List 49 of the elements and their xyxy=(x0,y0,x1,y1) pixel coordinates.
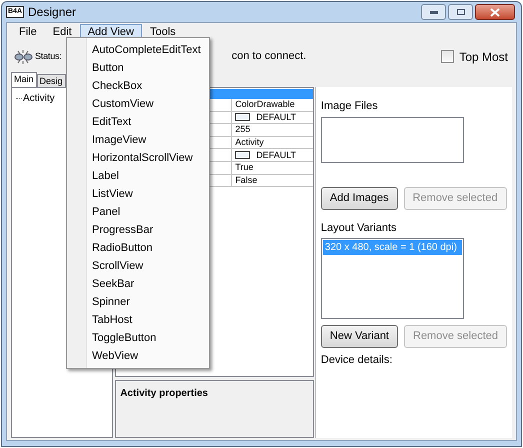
property-value: DEFAULT xyxy=(256,150,296,160)
status-label: Status: xyxy=(35,50,62,63)
tab[interactable]: Main xyxy=(11,72,37,87)
menu-option[interactable]: EditText xyxy=(92,114,132,130)
menu-option[interactable]: CustomView xyxy=(92,96,154,112)
color-swatch xyxy=(235,151,250,160)
menu-option[interactable]: Panel xyxy=(92,204,120,220)
menu-option[interactable]: AutoCompleteEditText xyxy=(92,42,201,58)
maximize-button[interactable] xyxy=(448,4,473,20)
window-title: Designer xyxy=(28,4,76,21)
property-value: DEFAULT xyxy=(256,112,296,122)
menu-option[interactable]: ListView xyxy=(92,186,133,202)
menu-option[interactable]: ToggleButton xyxy=(92,330,156,346)
menu-option[interactable]: ProgressBar xyxy=(92,222,154,238)
section-label: Image Files xyxy=(320,99,379,114)
menu-option[interactable]: Label xyxy=(92,168,119,184)
menu-item[interactable]: Edit xyxy=(44,24,80,40)
menu-option[interactable]: Spinner xyxy=(92,294,130,310)
menu-option[interactable]: ScrollView xyxy=(92,258,144,274)
checkbox[interactable] xyxy=(441,50,454,63)
close-icon xyxy=(490,8,500,16)
property-value: ColorDrawable xyxy=(235,100,295,110)
button[interactable]: Add Images xyxy=(320,186,398,210)
property-value: 255 xyxy=(235,125,250,134)
minimize-button[interactable] xyxy=(421,4,446,20)
menu-item[interactable]: Tools xyxy=(142,24,184,40)
disconnected-icon xyxy=(14,50,34,64)
menu-item[interactable]: File xyxy=(11,24,45,40)
menu-option[interactable]: HorizontalScrollView xyxy=(92,150,193,166)
menu-option[interactable]: CheckBox xyxy=(92,78,142,94)
section-label: Layout Variants xyxy=(320,220,398,236)
menu-option[interactable]: Button xyxy=(92,60,124,76)
menu-option[interactable]: WebView xyxy=(92,348,138,364)
description-title: Activity properties xyxy=(120,387,209,401)
menu-option[interactable]: SeekBar xyxy=(92,276,134,292)
status-message: con to connect. xyxy=(232,49,306,64)
menu-option[interactable]: ImageView xyxy=(92,132,146,148)
checkbox-label: Top Most xyxy=(459,48,508,66)
device-details-label: Device details: xyxy=(320,353,394,368)
color-swatch xyxy=(235,113,250,122)
button[interactable]: New Variant xyxy=(320,325,398,348)
menu-option[interactable]: RadioButton xyxy=(92,240,153,256)
tab[interactable]: Desig xyxy=(36,74,66,87)
property-value: Activity xyxy=(235,138,264,148)
menu-option[interactable]: TabHost xyxy=(92,312,132,328)
property-value: True xyxy=(235,163,254,172)
tree-item[interactable]: Activity xyxy=(23,91,55,106)
close-button[interactable] xyxy=(475,4,515,20)
property-value: False xyxy=(235,176,258,185)
